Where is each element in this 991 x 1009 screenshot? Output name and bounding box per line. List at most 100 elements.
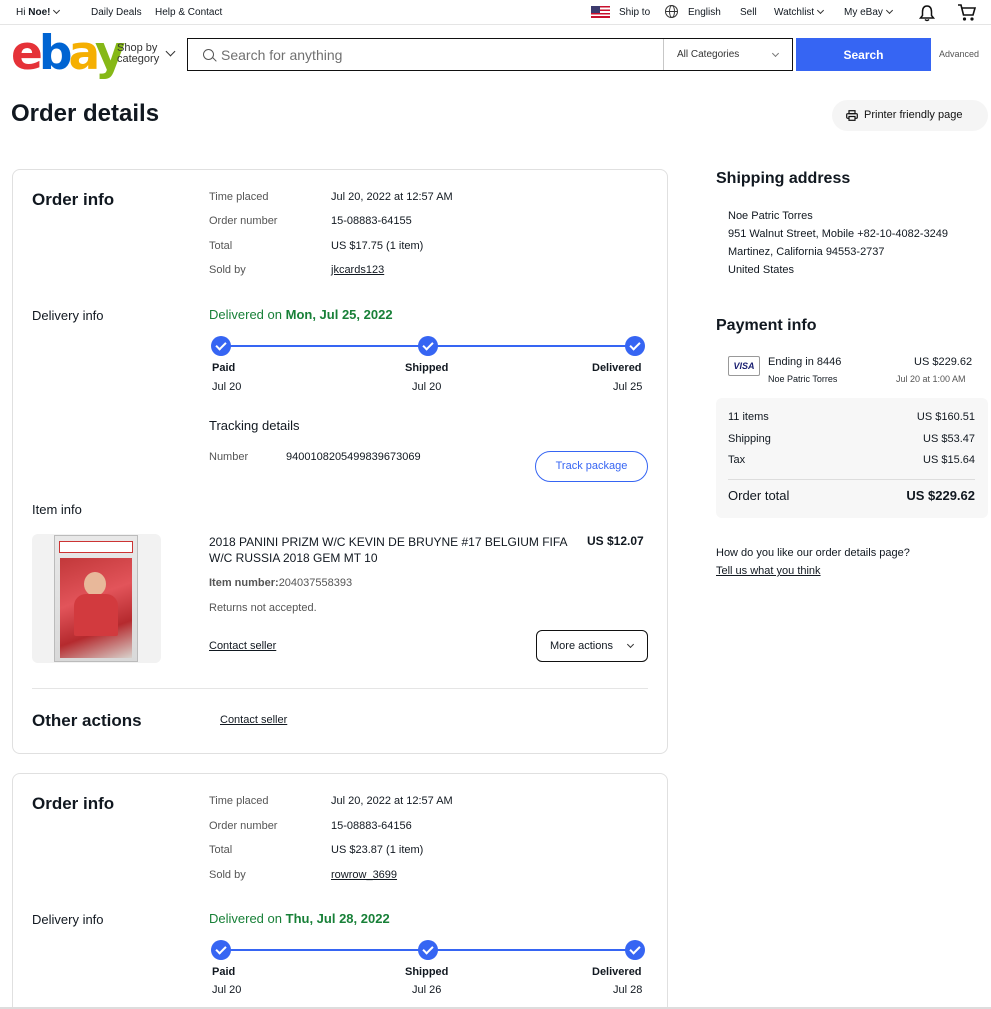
chevron-down-icon bbox=[771, 49, 780, 58]
step-paid: Paid bbox=[212, 362, 236, 374]
feedback-question: How do you like our order details page? bbox=[716, 547, 910, 559]
watchlist-label: Watchlist bbox=[774, 7, 815, 18]
step-shipped-date: Jul 26 bbox=[412, 984, 442, 996]
delivered-status: Delivered on Thu, Jul 28, 2022 bbox=[209, 911, 390, 926]
chevron-down-icon[interactable] bbox=[165, 46, 176, 57]
search-button[interactable]: Search bbox=[796, 38, 931, 71]
check-circle-icon bbox=[418, 336, 438, 356]
order-number-label: Order number bbox=[209, 820, 278, 832]
step-shipped: Shipped bbox=[405, 966, 449, 978]
help-contact-link[interactable]: Help & Contact bbox=[155, 7, 222, 18]
page-title: Order details bbox=[11, 100, 160, 127]
seller-link[interactable]: jkcards123 bbox=[331, 264, 384, 276]
order-total-label: Order total bbox=[728, 488, 790, 503]
graded-card-image bbox=[54, 535, 138, 662]
time-placed-value: Jul 20, 2022 at 12:57 AM bbox=[331, 191, 453, 203]
item-title-link[interactable]: 2018 PANINI PRIZM W/C KEVIN DE BRUYNE #1… bbox=[209, 534, 569, 566]
user-name: Noe! bbox=[28, 7, 51, 18]
step-paid-date: Jul 20 bbox=[212, 381, 242, 393]
ebay-logo[interactable]: ebay bbox=[11, 30, 125, 77]
cart-icon[interactable] bbox=[957, 3, 977, 22]
step-delivered: Delivered bbox=[592, 966, 642, 978]
step-paid-date: Jul 20 bbox=[212, 984, 242, 996]
tracking-number: 9400108205499839673069 bbox=[286, 451, 421, 463]
feedback-link[interactable]: Tell us what you think bbox=[716, 562, 910, 580]
chevron-down-icon bbox=[53, 6, 61, 15]
divider bbox=[728, 479, 975, 480]
country: United States bbox=[728, 264, 795, 276]
advanced-search-link[interactable]: Advanced bbox=[939, 49, 979, 59]
sold-by-label: Sold by bbox=[209, 869, 246, 881]
step-shipped: Shipped bbox=[405, 362, 449, 374]
globe-icon[interactable] bbox=[665, 5, 678, 18]
delivery-tracker bbox=[209, 336, 647, 356]
watchlist-menu[interactable]: Watchlist bbox=[774, 6, 825, 18]
order-info-heading: Order info bbox=[32, 190, 115, 209]
delivered-prefix: Delivered on bbox=[209, 307, 282, 322]
summary-tax-value: US $15.64 bbox=[923, 454, 975, 466]
card-ending: Ending in 8446 bbox=[768, 356, 842, 368]
payment-amount: US $229.62 bbox=[914, 356, 973, 368]
item-price: US $12.07 bbox=[587, 534, 644, 548]
time-placed-value: Jul 20, 2022 at 12:57 AM bbox=[331, 795, 453, 807]
item-number-label: Item number: bbox=[209, 577, 279, 589]
track-package-button[interactable]: Track package bbox=[535, 451, 648, 482]
daily-deals-link[interactable]: Daily Deals bbox=[91, 7, 142, 18]
item-number-value: 204037558393 bbox=[278, 577, 353, 589]
payment-summary: 11 items US $160.51 Shipping US $53.47 Tax… bbox=[716, 398, 988, 518]
ship-to-link[interactable]: Ship to bbox=[619, 7, 650, 18]
chevron-down-icon bbox=[817, 6, 825, 15]
us-flag-icon[interactable] bbox=[591, 6, 610, 18]
step-delivered-date: Jul 25 bbox=[613, 381, 643, 393]
payment-info-heading: Payment info bbox=[716, 317, 817, 334]
delivery-info-heading: Delivery info bbox=[32, 912, 104, 927]
more-actions-button[interactable]: More actions bbox=[536, 630, 648, 662]
item-thumbnail[interactable] bbox=[32, 534, 161, 663]
tracking-details-heading: Tracking details bbox=[209, 418, 300, 433]
search-icon bbox=[203, 49, 214, 60]
delivered-date: Thu, Jul 28, 2022 bbox=[285, 911, 390, 926]
card-holder: Noe Patric Torres bbox=[768, 374, 838, 384]
total-label: Total bbox=[209, 240, 233, 252]
language-selector[interactable]: English bbox=[688, 7, 721, 18]
total-label: Total bbox=[209, 844, 233, 856]
returns-policy: Returns not accepted. bbox=[209, 602, 317, 614]
seller-link[interactable]: rowrow_3699 bbox=[331, 869, 397, 881]
order-number-label: Order number bbox=[209, 215, 278, 227]
summary-shipping-label: Shipping bbox=[728, 433, 771, 445]
my-ebay-menu[interactable]: My eBay bbox=[844, 6, 893, 18]
chevron-down-icon bbox=[885, 6, 893, 15]
sell-link[interactable]: Sell bbox=[740, 7, 757, 18]
item-number: Item number:204037558393 bbox=[209, 577, 352, 589]
city-state-zip: Martinez, California 94553-2737 bbox=[728, 246, 885, 258]
category-label: category bbox=[117, 53, 160, 65]
step-shipped-date: Jul 20 bbox=[412, 381, 442, 393]
delivered-date: Mon, Jul 25, 2022 bbox=[285, 307, 393, 322]
search-input[interactable] bbox=[221, 45, 651, 65]
check-circle-icon bbox=[211, 940, 231, 960]
delivery-info-heading: Delivery info bbox=[32, 308, 104, 323]
tracking-number-label: Number bbox=[209, 451, 249, 463]
order-number-value: 15-08883-64156 bbox=[331, 820, 412, 832]
other-contact-seller-link[interactable]: Contact seller bbox=[220, 714, 287, 726]
step-delivered-date: Jul 28 bbox=[613, 984, 643, 996]
shop-by-category[interactable]: Shop by category bbox=[117, 43, 159, 65]
category-value: All Categories bbox=[677, 49, 740, 60]
total-value: US $17.75 (1 item) bbox=[331, 240, 424, 252]
shipping-address: Noe Patric Torres 951 Walnut Street, Mob… bbox=[728, 207, 948, 279]
time-placed-label: Time placed bbox=[209, 191, 269, 203]
contact-seller-link[interactable]: Contact seller bbox=[209, 640, 276, 652]
search-bar: All Categories bbox=[187, 38, 793, 71]
greeting[interactable]: Hi Noe! bbox=[16, 6, 61, 18]
printer-friendly-button[interactable]: Printer friendly page bbox=[832, 100, 988, 131]
category-select[interactable]: All Categories bbox=[663, 39, 792, 70]
printer-friendly-label: Printer friendly page bbox=[864, 109, 963, 121]
payment-date: Jul 20 at 1:00 AM bbox=[896, 374, 966, 384]
my-ebay-label: My eBay bbox=[844, 7, 883, 18]
check-circle-icon bbox=[625, 336, 645, 356]
bell-icon[interactable] bbox=[918, 4, 936, 22]
order-total-row: Order total US $229.62 bbox=[728, 488, 975, 503]
sold-by-label: Sold by bbox=[209, 264, 246, 276]
greeting-prefix: Hi bbox=[16, 7, 26, 18]
summary-shipping-row: Shipping US $53.47 bbox=[728, 433, 975, 445]
